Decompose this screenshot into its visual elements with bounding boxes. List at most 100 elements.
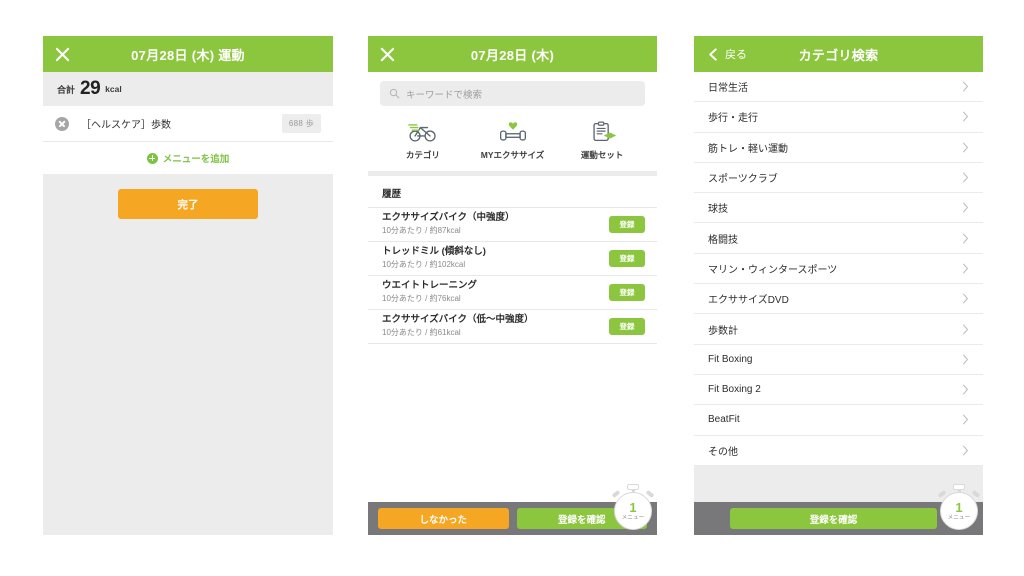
history-item-texts: ウエイトトレーニング 10分あたり / 約76kcal [382, 280, 609, 305]
list-item[interactable]: 球技 [694, 193, 983, 224]
calorie-lead-label: 合計 [57, 84, 76, 95]
history-item-name: ウエイトトレーニング [382, 280, 478, 292]
panel1-header: 07月28日 (木) 運動 [43, 36, 333, 72]
panel3-bottom-bar: 登録を確認 1 メニュー [694, 484, 983, 535]
panel1-footer-area: 完了 [43, 174, 333, 535]
panel1-close-button[interactable] [55, 36, 70, 72]
register-button[interactable]: 登録 [609, 284, 645, 301]
list-item[interactable]: 格闘技 [694, 223, 983, 254]
category-label: 日常生活 [708, 83, 748, 95]
category-label: BeatFit [708, 414, 740, 426]
clipboard-icon [587, 117, 617, 143]
plus-circle-icon [146, 152, 158, 164]
chevron-right-icon [962, 142, 969, 153]
quick-action-row: カテゴリ MYエクササイズ 運動セット [368, 113, 657, 171]
history-item-detail: 10分あたり / 約87kcal [382, 225, 461, 235]
list-item[interactable]: Fit Boxing 2 [694, 374, 983, 406]
list-item[interactable]: BeatFit [694, 405, 983, 436]
stopwatch-ear-right [971, 489, 981, 499]
panel3-title: カテゴリ検索 [798, 47, 879, 63]
history-item-texts: エクササイズバイク（低〜中強度） 10分あたり / 約61kcal [382, 314, 609, 339]
search-icon [389, 88, 400, 99]
circle-x-icon[interactable] [55, 116, 69, 131]
list-item[interactable]: 日常生活 [694, 72, 983, 103]
list-item[interactable]: その他 [694, 435, 983, 466]
screenshot-root: 07月28日 (木) 運動 合計 29 kcal ［ヘルスケア］歩数 688 歩… [0, 0, 1024, 576]
chevron-right-icon [962, 293, 969, 304]
category-label: マリン・ウィンタースポーツ [708, 264, 838, 276]
quick-action-my-exercise[interactable]: MYエクササイズ [468, 117, 558, 161]
status-badge: 688 歩 [281, 114, 321, 133]
menu-count: 1 [629, 499, 637, 515]
list-item[interactable]: エクササイズバイク（中強度） 10分あたり / 約87kcal 登録 [368, 208, 657, 242]
chevron-right-icon [962, 112, 969, 122]
list-item[interactable]: トレッドミル (傾斜なし) 10分あたり / 約102kcal 登録 [368, 242, 657, 276]
register-button[interactable]: 登録 [609, 250, 645, 267]
list-item[interactable]: ウエイトトレーニング 10分あたり / 約76kcal 登録 [368, 276, 657, 310]
history-item-texts: エクササイズバイク（中強度） 10分あたり / 約87kcal [382, 212, 609, 237]
panel-exercise-summary: 07月28日 (木) 運動 合計 29 kcal ［ヘルスケア］歩数 688 歩… [43, 36, 333, 535]
menu-count-label: メニュー [621, 514, 645, 521]
history-item-detail: 10分あたり / 約61kcal [382, 327, 461, 337]
add-menu-button[interactable]: メニューを追加 [43, 142, 333, 174]
search-placeholder: キーワードで検索 [406, 89, 483, 101]
quick-action-label: 運動セット [580, 150, 624, 160]
panel2-title: 07月28日 (木) [470, 47, 555, 63]
history-item-name: トレッドミル (傾斜なし) [382, 246, 486, 258]
chevron-right-icon [962, 263, 969, 274]
panel2-close-button[interactable] [380, 36, 395, 72]
history-item-name: エクササイズバイク（低〜中強度） [382, 314, 534, 326]
list-item[interactable]: 歩行・走行 [694, 102, 983, 133]
list-item[interactable]: エクササイズバイク（低〜中強度） 10分あたり / 約61kcal 登録 [368, 310, 657, 344]
list-item[interactable]: Fit Boxing [694, 344, 983, 375]
skip-button[interactable]: しなかった [378, 508, 509, 529]
list-item[interactable]: 筋トレ・軽い運動 [694, 132, 983, 163]
category-label: 筋トレ・軽い運動 [708, 143, 788, 155]
menu-count-label: メニュー [947, 514, 971, 521]
add-menu-label: メニューを追加 [162, 154, 230, 165]
calorie-summary: 合計 29 kcal [43, 72, 333, 106]
history-item-detail: 10分あたり / 約102kcal [382, 259, 466, 269]
category-label: スポーツクラブ [708, 174, 778, 186]
panel3-header: 戻る カテゴリ検索 [694, 36, 983, 72]
list-item[interactable]: 歩数計 [694, 314, 983, 345]
quick-action-category[interactable]: カテゴリ [378, 117, 468, 161]
stopwatch-icon[interactable]: 1 メニュー [611, 482, 655, 530]
back-button[interactable]: 戻る [706, 36, 747, 72]
register-button[interactable]: 登録 [609, 318, 645, 335]
category-label: 歩数計 [708, 325, 738, 337]
back-label: 戻る [725, 49, 747, 61]
dumbbell-heart-icon [498, 117, 528, 143]
close-x-icon [55, 47, 70, 61]
panel2-bottom-bar: しなかった 登録を確認 1 メニュー [368, 484, 657, 535]
quick-action-label: MYエクササイズ [480, 150, 545, 160]
chevron-right-icon [962, 172, 969, 183]
history-item-name: エクササイズバイク（中強度） [382, 212, 515, 224]
stopwatch-face: 1 メニュー [614, 492, 652, 530]
done-button[interactable]: 完了 [118, 189, 258, 219]
category-label: 格闘技 [708, 234, 738, 246]
chevron-right-icon [962, 233, 969, 243]
list-item-label: ［ヘルスケア］歩数 [81, 120, 171, 131]
quick-action-exercise-set[interactable]: 運動セット [557, 117, 647, 161]
search-input[interactable]: キーワードで検索 [380, 81, 645, 106]
search-area: キーワードで検索 [368, 72, 657, 113]
history-item-detail: 10分あたり / 約76kcal [382, 293, 461, 303]
category-label: Fit Boxing 2 [708, 384, 761, 396]
bicycle-icon [408, 117, 438, 143]
panel1-title: 07月28日 (木) 運動 [131, 47, 245, 63]
register-button[interactable]: 登録 [609, 216, 645, 233]
list-item[interactable]: スポーツクラブ [694, 162, 983, 194]
chevron-right-icon [962, 384, 969, 395]
menu-count: 1 [955, 499, 963, 515]
list-item[interactable]: マリン・ウィンタースポーツ [694, 253, 983, 285]
chevron-right-icon [962, 445, 969, 456]
panel-category-search: 戻る カテゴリ検索 日常生活 歩行・走行 筋トレ・軽い運動 スポーツクラブ 球技… [694, 36, 983, 535]
confirm-button[interactable]: 登録を確認 [730, 508, 937, 529]
stopwatch-face: 1 メニュー [940, 492, 978, 530]
list-item[interactable]: ［ヘルスケア］歩数 688 歩 [43, 106, 333, 142]
chevron-right-icon [962, 324, 969, 334]
list-item[interactable]: エクササイズDVD [694, 284, 983, 315]
stopwatch-icon[interactable]: 1 メニュー [937, 482, 981, 530]
calorie-unit: kcal [105, 84, 122, 94]
